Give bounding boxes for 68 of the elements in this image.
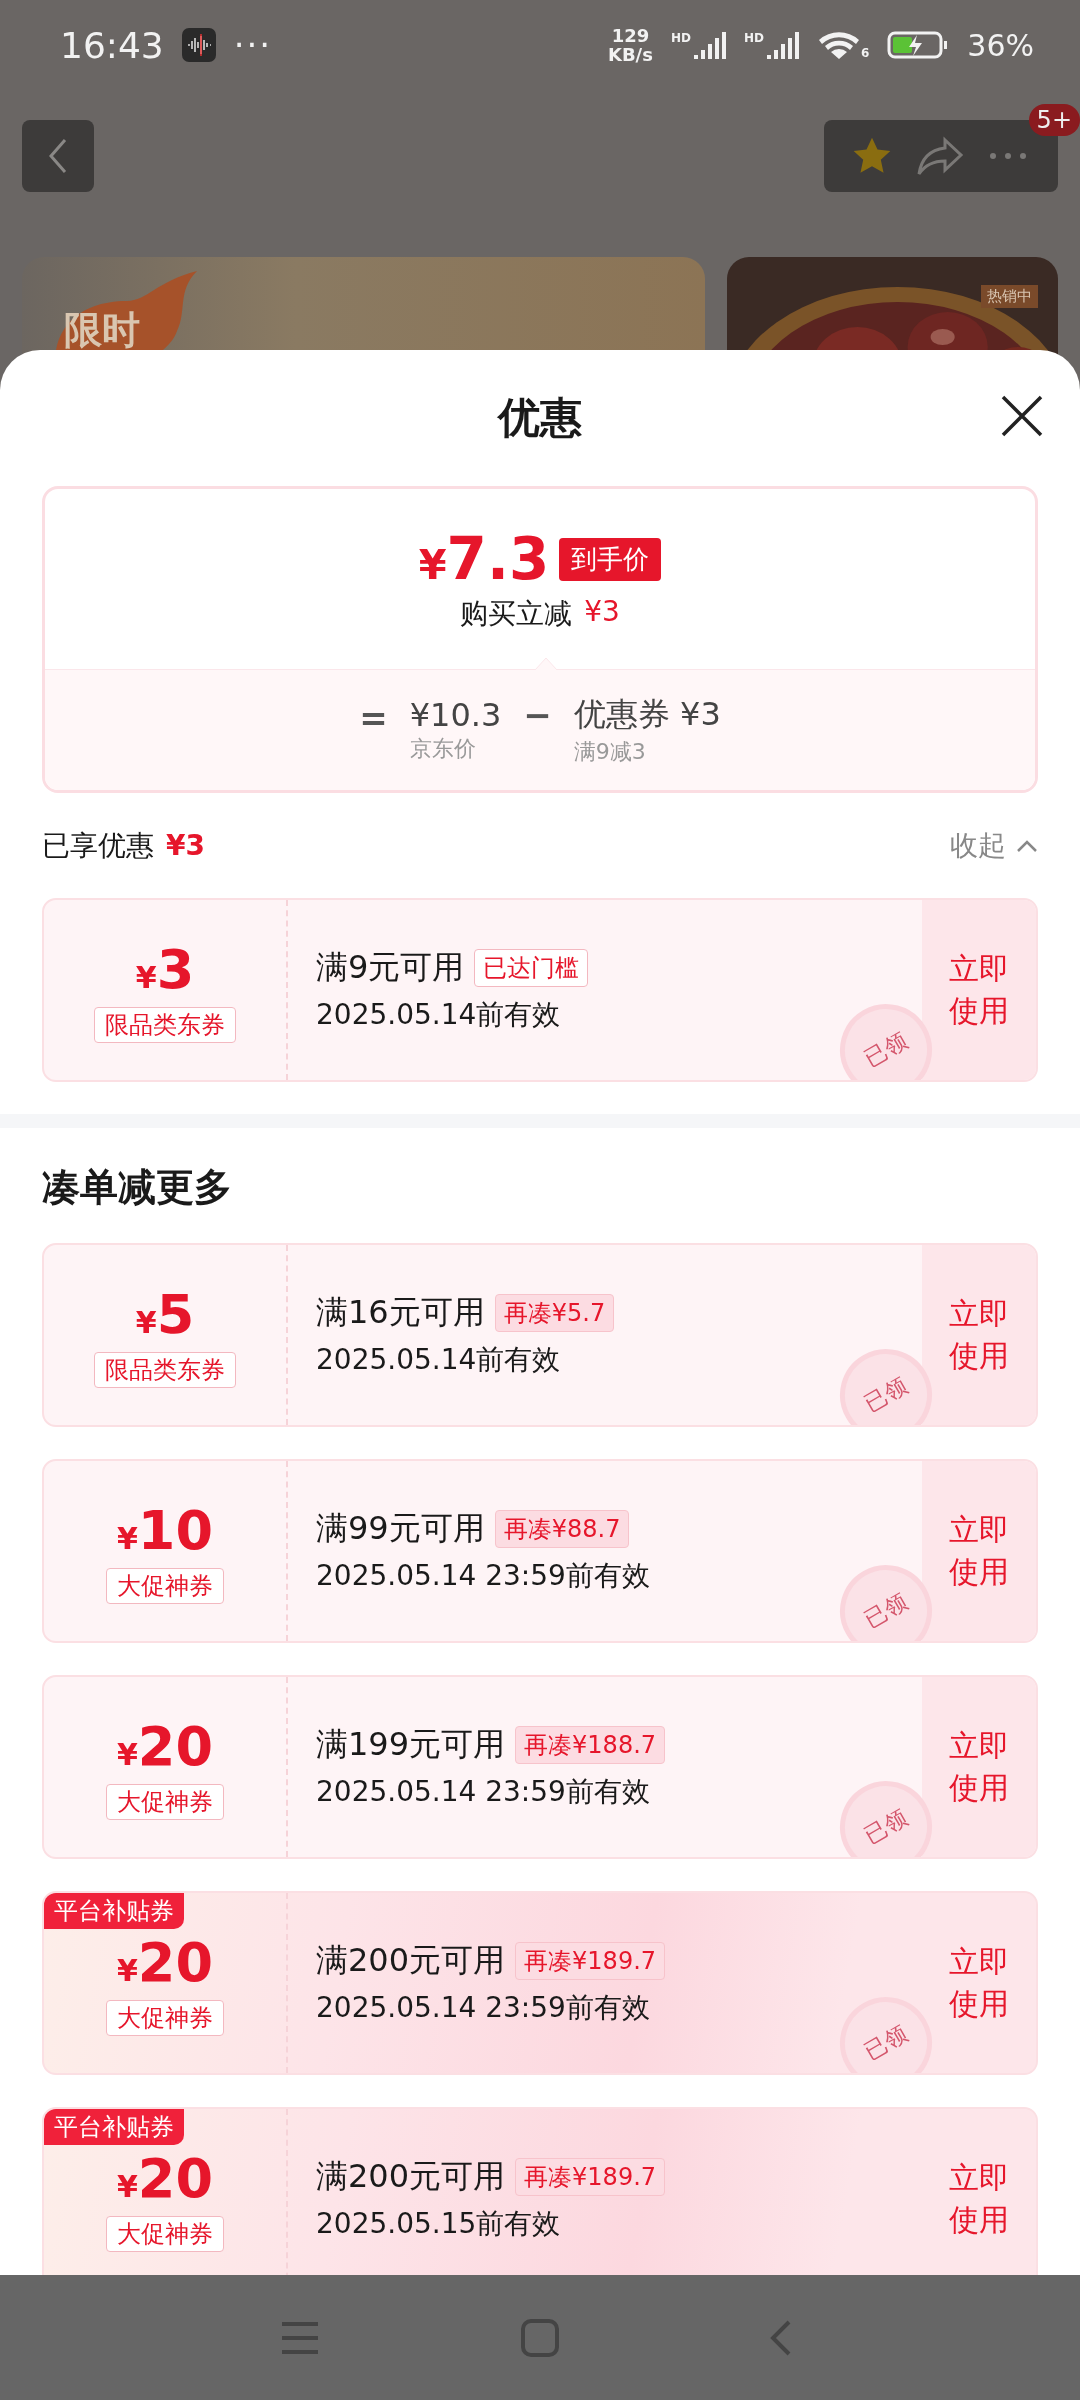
coupon-condition: 满99元可用 [316,1508,485,1549]
coupon-amount: ¥3 [135,937,195,1001]
coupon-status-tag: 再凑¥188.7 [515,1726,666,1764]
coupon-condition: 满199元可用 [316,1724,506,1765]
coupon-condition: 满200元可用 [316,1940,506,1981]
coupon-ribbon: 平台补贴券 [44,1893,184,1929]
more-notifications: ··· [233,25,273,65]
applied-discount-amount: ¥3 [166,829,205,862]
coupon-validity: 2025.05.14 23:59前有效 [316,1774,651,1810]
coupon-condition: 满9元可用 [316,947,465,988]
breakdown-note: 京东价 [409,735,477,763]
coupon-type-tag: 大促神券 [106,1999,224,2036]
network-speed: 129 KB/s [607,26,653,64]
coupon-validity: 2025.05.14 23:59前有效 [316,1558,651,1594]
price-tag: 到手价 [559,537,662,581]
chevron-up-icon [1016,838,1038,853]
status-time: 16:43 [60,24,164,66]
coupon-condition: 满16元可用 [316,1292,485,1333]
operator: = [359,698,388,738]
coupon-type-tag: 限品类东券 [94,1351,236,1388]
coupon-status-tag: 再凑¥88.7 [494,1510,630,1548]
discount-label: 购买立减 [460,596,573,632]
coupon-type-tag: 限品类东券 [94,1006,236,1043]
breakdown-amount: ¥10.3 [409,696,502,734]
product-tag: 热销中 [981,285,1038,308]
back-button[interactable] [22,120,94,192]
breakdown-note: 满9减3 [573,738,647,766]
section-title: 凑单减更多 [41,1164,233,1211]
breakdown-amount: 优惠券 ¥3 [573,694,721,735]
wifi-icon [816,30,861,60]
coupon-status-tag: 再凑¥5.7 [494,1294,615,1332]
coupon-condition: 满200元可用 [316,2156,506,2197]
coupon-status-tag: 再凑¥189.7 [515,1942,666,1980]
coupon-ribbon: 平台补贴券 [44,2109,184,2145]
applied-discount-label: 已享优惠 [42,827,154,864]
use-now-button[interactable]: 立即使用 [922,900,1036,1080]
signal-icon [691,31,726,59]
wifi-label: 6 [860,46,870,60]
coupon-amount: ¥10 [117,1498,213,1562]
coupon-validity: 2025.05.15前有效 [316,2206,562,2242]
use-now-button[interactable]: 立即使用 [922,1677,1036,1857]
coupon-validity: 2025.05.14 23:59前有效 [316,1990,651,2026]
sheet-title: 优惠 [498,392,582,444]
coupon-amount: ¥5 [135,1282,195,1346]
signal-icon [764,31,799,59]
coupon-amount: ¥20 [117,2146,213,2210]
coupon-status-tag: 再凑¥189.7 [515,2158,666,2196]
coupon-type-tag: 大促神券 [106,1567,224,1604]
coupon-type-tag: 大促神券 [106,1783,224,1820]
hd-label: HD [743,31,764,45]
discount-amount: ¥3 [584,595,620,630]
battery-icon [887,30,950,60]
final-price: ¥7.3 [418,525,550,593]
coupon-amount: ¥20 [117,1714,213,1778]
coupon-validity: 2025.05.14前有效 [316,997,562,1033]
use-now-button[interactable]: 立即使用 [922,1461,1036,1641]
notification-badge: 5+ [1028,104,1080,136]
voice-recorder-icon [181,28,216,62]
promo-label: 限时 [64,307,140,354]
use-now-button[interactable]: 立即使用 [922,1245,1036,1425]
coupon-validity: 2025.05.14前有效 [316,1342,562,1378]
hd-label: HD [670,31,691,45]
collapse-button[interactable]: 收起 [950,826,1038,865]
coupon-amount: ¥20 [117,1930,213,1994]
operator: − [523,695,552,735]
coupon-status-tag: 已达门槛 [474,949,589,987]
battery-percent: 36% [967,27,1034,63]
coupon-type-tag: 大促神券 [106,2215,224,2252]
